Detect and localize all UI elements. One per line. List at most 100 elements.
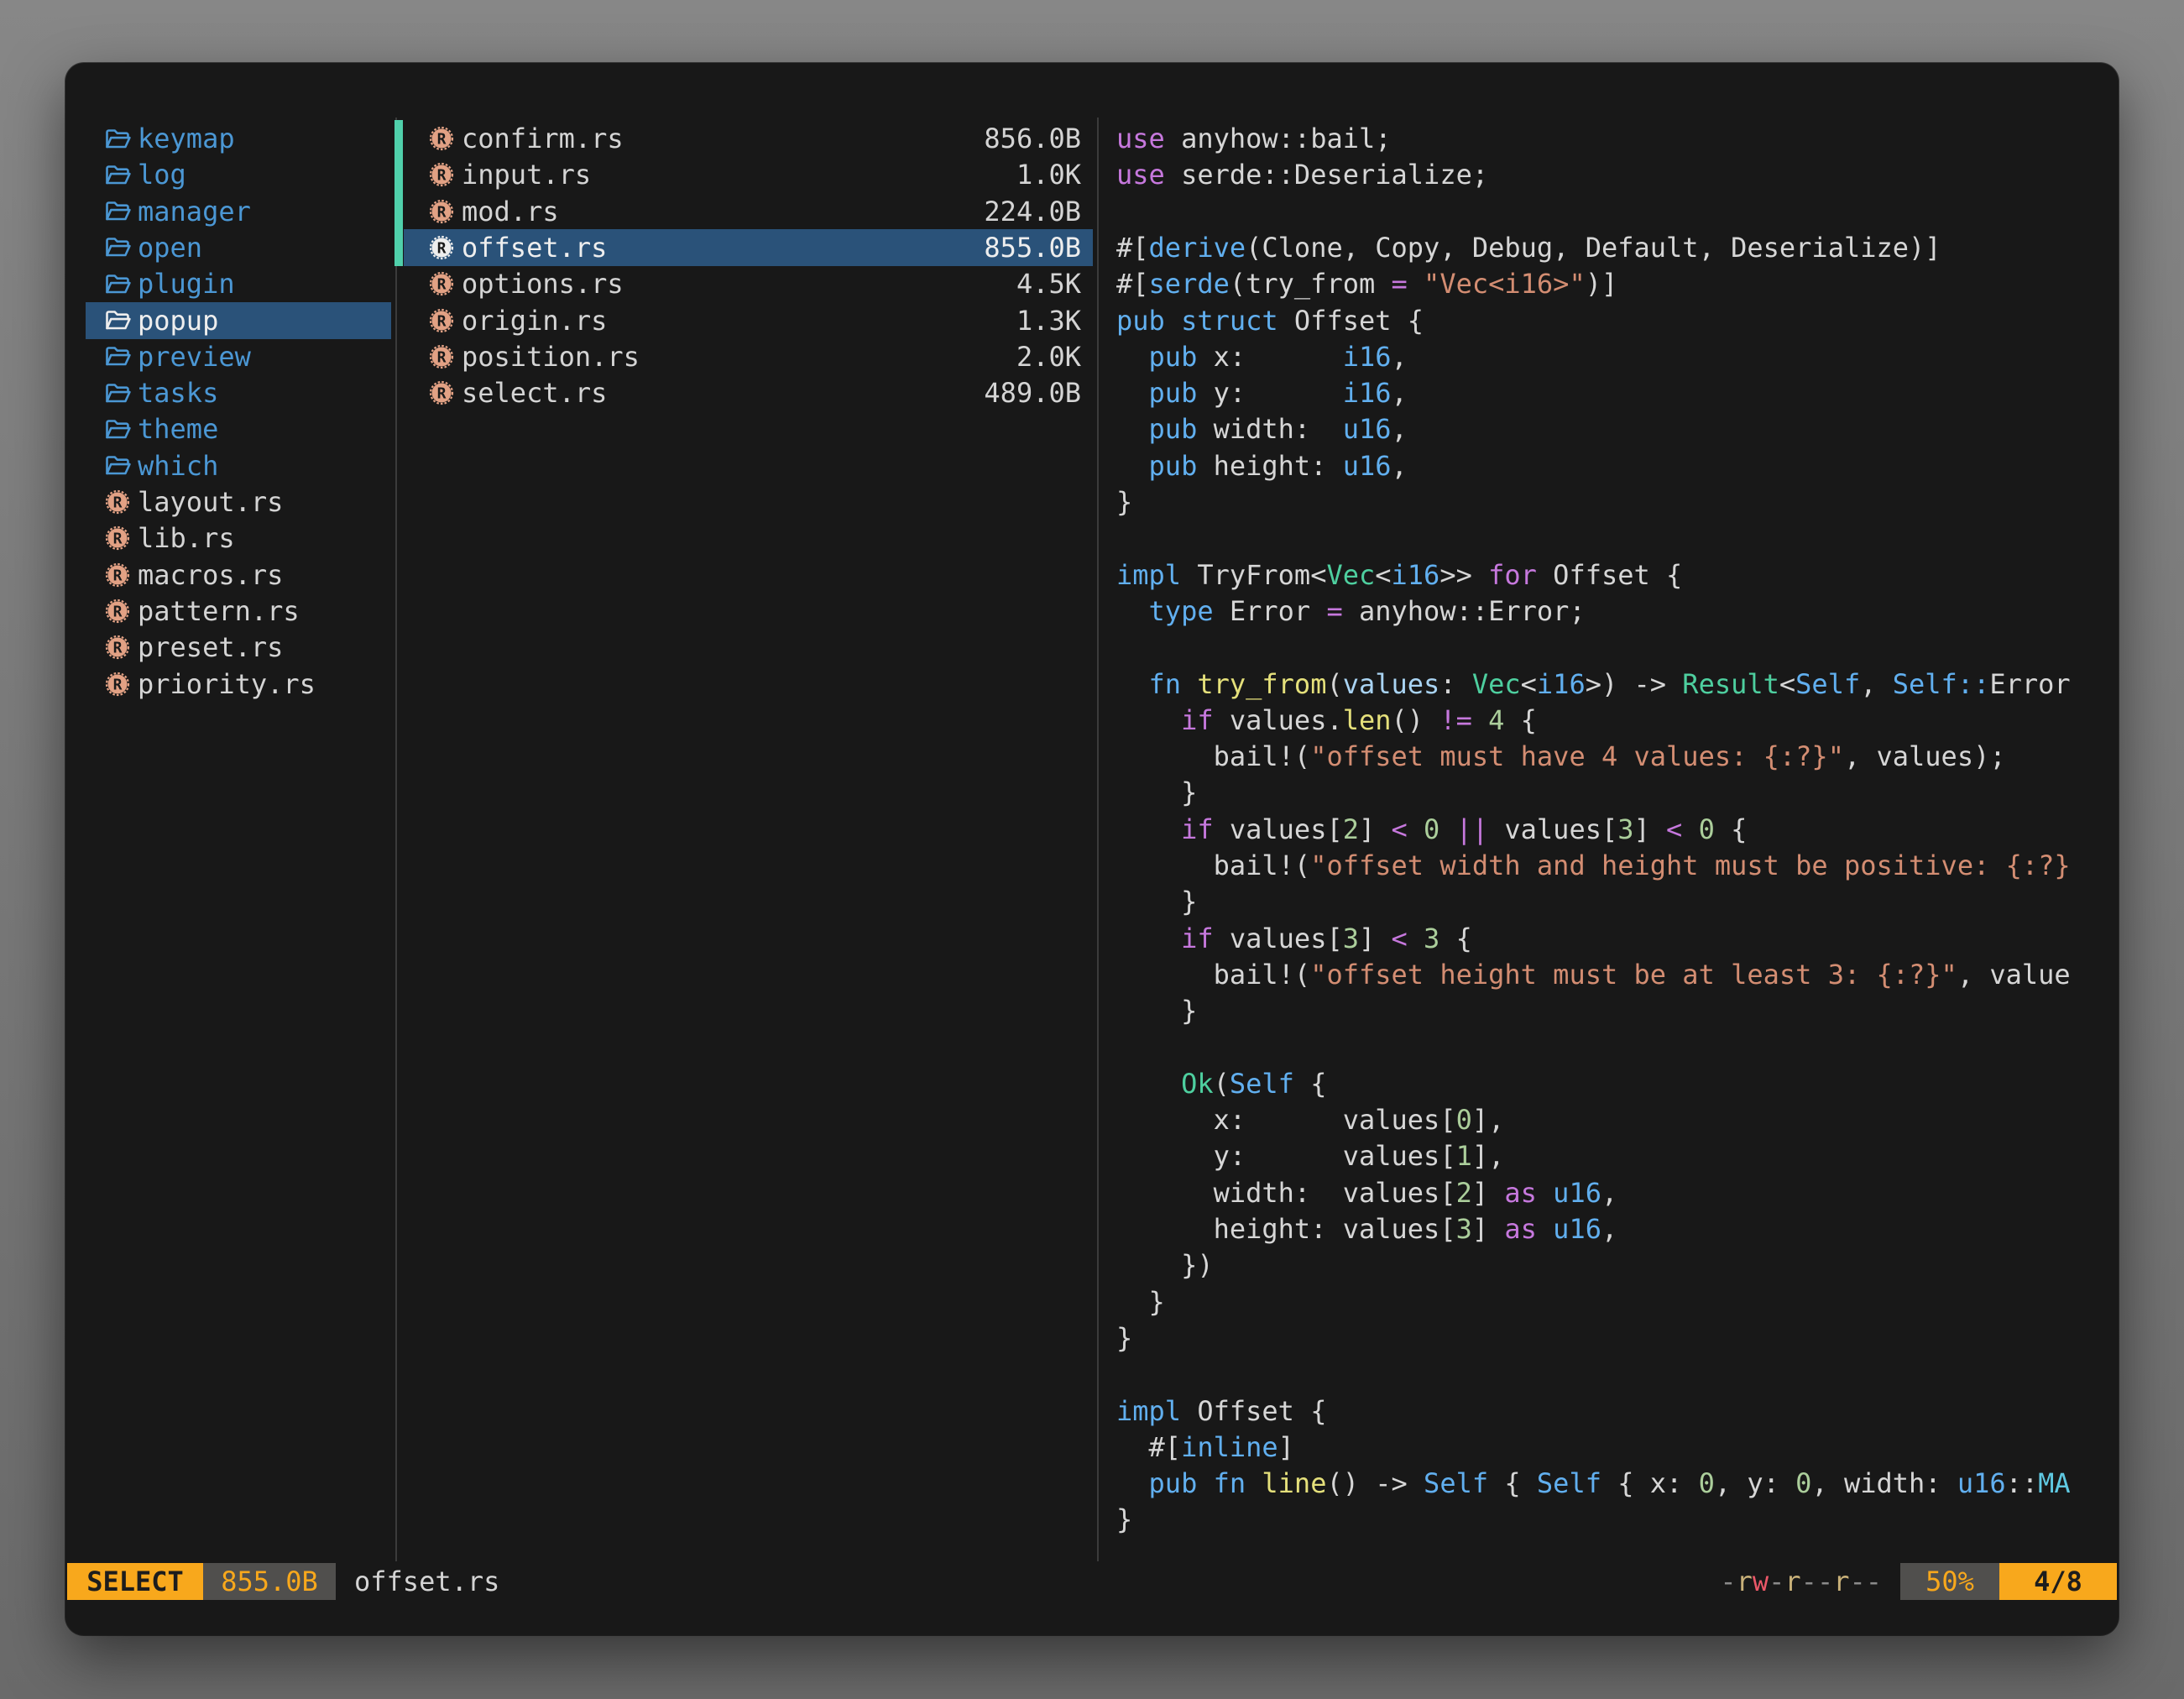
code-line: #[derive(Clone, Copy, Debug, Default, De…	[1116, 229, 1941, 266]
file-row-position-rs[interactable]: Rposition.rs2.0K	[404, 338, 1093, 375]
file-size: 224.0B	[984, 193, 1093, 230]
file-row-input-rs[interactable]: Rinput.rs1.0K	[404, 156, 1093, 193]
sidebar-item-theme[interactable]: theme	[86, 410, 391, 447]
item-label: theme	[138, 410, 218, 447]
sidebar-item-preview[interactable]: preview	[86, 338, 391, 375]
sidebar-item-pattern-rs[interactable]: Rpattern.rs	[86, 593, 391, 630]
rust-file-icon: R	[428, 307, 455, 334]
file-row-offset-rs[interactable]: Roffset.rs855.0B	[404, 229, 1093, 266]
code-line: }	[1116, 484, 1132, 520]
file-row-mod-rs[interactable]: Rmod.rs 224.0B	[404, 193, 1093, 230]
code-line: x: values[0],	[1116, 1101, 1504, 1138]
sidebar-item-macros-rs[interactable]: Rmacros.rs	[86, 557, 391, 593]
file-row-confirm-rs[interactable]: Rconfirm.rs856.0B	[404, 120, 1093, 157]
file-size: 1.3K	[1016, 302, 1093, 339]
sidebar-item-lib-rs[interactable]: Rlib.rs	[86, 520, 391, 557]
cursor-position-badge: 4/8	[1999, 1563, 2117, 1600]
preview-pane: use anyhow::bail;use serde::Deserialize;…	[1116, 63, 2117, 1624]
folder-open-icon	[104, 199, 131, 223]
sidebar-item-log[interactable]: log	[86, 156, 391, 193]
svg-text:R: R	[113, 531, 123, 548]
file-size: 855.0B	[984, 229, 1093, 266]
svg-text:R: R	[437, 131, 447, 149]
file-row-origin-rs[interactable]: Rorigin.rs 1.3K	[404, 302, 1093, 339]
pane-divider-right	[1097, 118, 1099, 1561]
item-label: lib.rs	[138, 520, 235, 557]
item-label: macros.rs	[138, 557, 283, 593]
file-size: 2.0K	[1016, 338, 1093, 375]
file-size: 489.0B	[984, 374, 1093, 411]
sidebar-item-layout-rs[interactable]: Rlayout.rs	[86, 484, 391, 520]
folder-open-icon	[104, 272, 131, 296]
pane-divider-left	[395, 118, 397, 1561]
rust-file-icon: R	[104, 489, 131, 515]
status-left: SELECT 855.0B offset.rs	[67, 1563, 499, 1600]
selection-marker	[394, 229, 403, 266]
code-line: bail!("offset height must be at least 3:…	[1116, 956, 2071, 993]
svg-text:R: R	[113, 640, 123, 657]
svg-text:R: R	[437, 385, 447, 403]
file-name: origin.rs	[462, 302, 607, 339]
code-line: pub width: u16,	[1116, 410, 1408, 447]
svg-text:R: R	[113, 494, 123, 512]
scroll-percent-badge: 50%	[1900, 1563, 1999, 1600]
code-line: fn try_from(values: Vec<i16>) -> Result<…	[1116, 666, 2071, 703]
file-name: select.rs	[462, 374, 607, 411]
item-label: plugin	[138, 265, 235, 302]
folder-open-icon	[104, 417, 131, 442]
code-line: use serde::Deserialize;	[1116, 156, 1488, 193]
code-line: }	[1116, 1320, 1132, 1357]
folder-open-icon	[104, 308, 131, 332]
item-label: keymap	[138, 120, 235, 157]
file-name: confirm.rs	[462, 120, 624, 157]
folder-open-icon	[104, 235, 131, 259]
code-line: }	[1116, 1501, 1132, 1538]
code-line: pub y: i16,	[1116, 374, 1408, 411]
code-line: pub struct Offset {	[1116, 302, 1424, 339]
code-line: pub fn line() -> Self { Self { x: 0, y: …	[1116, 1465, 2071, 1502]
rust-file-icon: R	[428, 379, 455, 406]
rust-file-icon: R	[428, 343, 455, 370]
sidebar-item-tasks[interactable]: tasks	[86, 374, 391, 411]
sidebar-item-keymap[interactable]: keymap	[86, 120, 391, 157]
code-line: width: values[2] as u16,	[1116, 1174, 1617, 1211]
rust-file-icon: R	[428, 234, 455, 261]
sidebar-item-open[interactable]: open	[86, 229, 391, 266]
sidebar-item-popup[interactable]: popup	[86, 302, 391, 339]
svg-text:R: R	[437, 312, 447, 330]
code-line: if values[3] < 3 {	[1116, 920, 1472, 957]
sidebar-item-priority-rs[interactable]: Rpriority.rs	[86, 666, 391, 703]
rust-file-icon: R	[428, 198, 455, 225]
terminal-file-manager-window: keymaplogmanageropenpluginpopuppreviewta…	[65, 63, 2119, 1635]
file-name: mod.rs	[462, 193, 559, 230]
file-row-select-rs[interactable]: Rselect.rs 489.0B	[404, 374, 1093, 411]
svg-text:R: R	[113, 567, 123, 584]
file-size: 1.0K	[1016, 156, 1093, 193]
svg-text:R: R	[113, 676, 123, 693]
item-label: manager	[138, 193, 251, 230]
status-right: -rw-r--r-- 50% 4/8	[1720, 1563, 2117, 1600]
rust-file-icon: R	[104, 562, 131, 588]
code-line: bail!("offset must have 4 values: {:?}",…	[1116, 738, 2006, 775]
code-line: if values.len() != 4 {	[1116, 702, 1537, 739]
sidebar-item-plugin[interactable]: plugin	[86, 265, 391, 302]
code-line: bail!("offset width and height must be p…	[1116, 847, 2071, 884]
code-line: y: values[1],	[1116, 1137, 1504, 1174]
code-line: impl Offset {	[1116, 1393, 1326, 1430]
item-label: preset.rs	[138, 629, 283, 666]
sidebar-item-which[interactable]: which	[86, 447, 391, 484]
svg-text:R: R	[437, 203, 447, 221]
file-size: 4.5K	[1016, 265, 1093, 302]
permissions-text: -rw-r--r--	[1720, 1563, 1882, 1600]
mode-badge: SELECT	[67, 1563, 203, 1600]
rust-file-icon: R	[104, 671, 131, 698]
item-label: log	[138, 156, 186, 193]
code-line: if values[2] < 0 || values[3] < 0 {	[1116, 811, 1747, 848]
sidebar-item-preset-rs[interactable]: Rpreset.rs	[86, 629, 391, 666]
sidebar-item-manager[interactable]: manager	[86, 193, 391, 230]
code-line: }	[1116, 883, 1197, 920]
file-row-options-rs[interactable]: Roptions.rs4.5K	[404, 265, 1093, 302]
file-size-badge: 855.0B	[203, 1563, 336, 1600]
selection-marker	[394, 120, 403, 157]
code-line: Ok(Self {	[1116, 1065, 1326, 1102]
